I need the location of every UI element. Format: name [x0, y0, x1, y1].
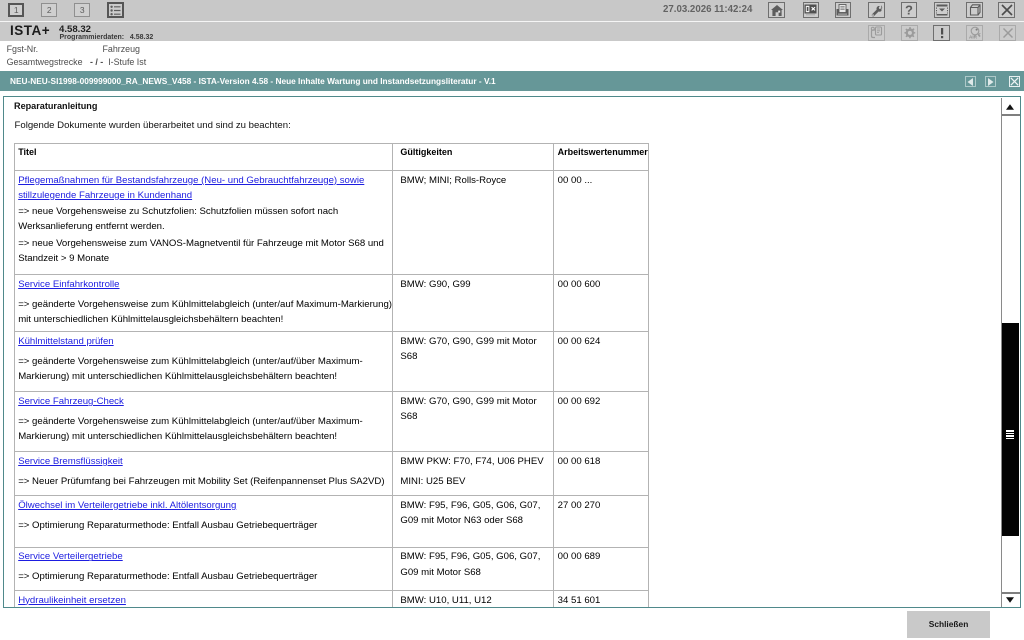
svg-text:?: ?	[905, 3, 913, 17]
svg-text:AIR: AIR	[969, 34, 978, 39]
